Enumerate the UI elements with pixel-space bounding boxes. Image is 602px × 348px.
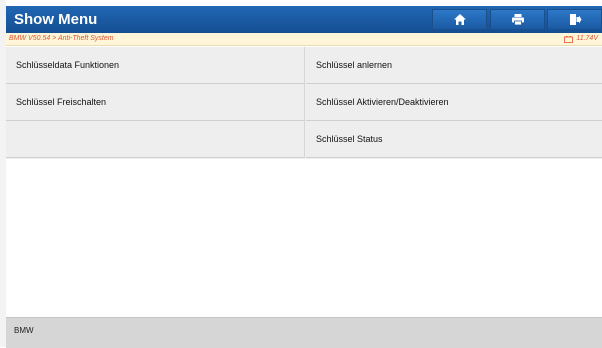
breadcrumb-bar: BMW V50.54 > Anti-Theft System 11.74V	[6, 33, 602, 46]
menu-grid: Schlüsseldata Funktionen Schlüssel anler…	[6, 47, 602, 159]
menu-item-schluessel-status[interactable]: Schlüssel Status	[306, 121, 602, 158]
home-icon	[453, 14, 466, 25]
footer-vehicle-label: BMW	[14, 326, 34, 335]
voltage-status: 11.74V	[564, 33, 598, 45]
page-title: Show Menu	[14, 11, 98, 28]
exit-button[interactable]	[547, 9, 602, 30]
battery-icon	[564, 35, 574, 43]
menu-item-schluessel-freischalten[interactable]: Schlüssel Freischalten	[6, 84, 305, 121]
print-button[interactable]	[490, 9, 545, 30]
menu-item-schluesseldata-funktionen[interactable]: Schlüsseldata Funktionen	[6, 47, 305, 84]
breadcrumb: BMW V50.54 > Anti-Theft System	[9, 35, 114, 42]
menu-item-schluessel-aktivieren-deaktivieren[interactable]: Schlüssel Aktivieren/Deaktivieren	[306, 84, 602, 121]
printer-icon	[511, 14, 524, 26]
footer-bar: BMW	[6, 317, 602, 348]
exit-icon	[569, 14, 581, 25]
voltage-value: 11.74V	[576, 35, 598, 42]
title-bar: Show Menu	[6, 6, 602, 33]
home-button[interactable]	[432, 9, 487, 30]
menu-item-empty	[6, 121, 305, 158]
menu-item-schluessel-anlernen[interactable]: Schlüssel anlernen	[306, 47, 602, 84]
